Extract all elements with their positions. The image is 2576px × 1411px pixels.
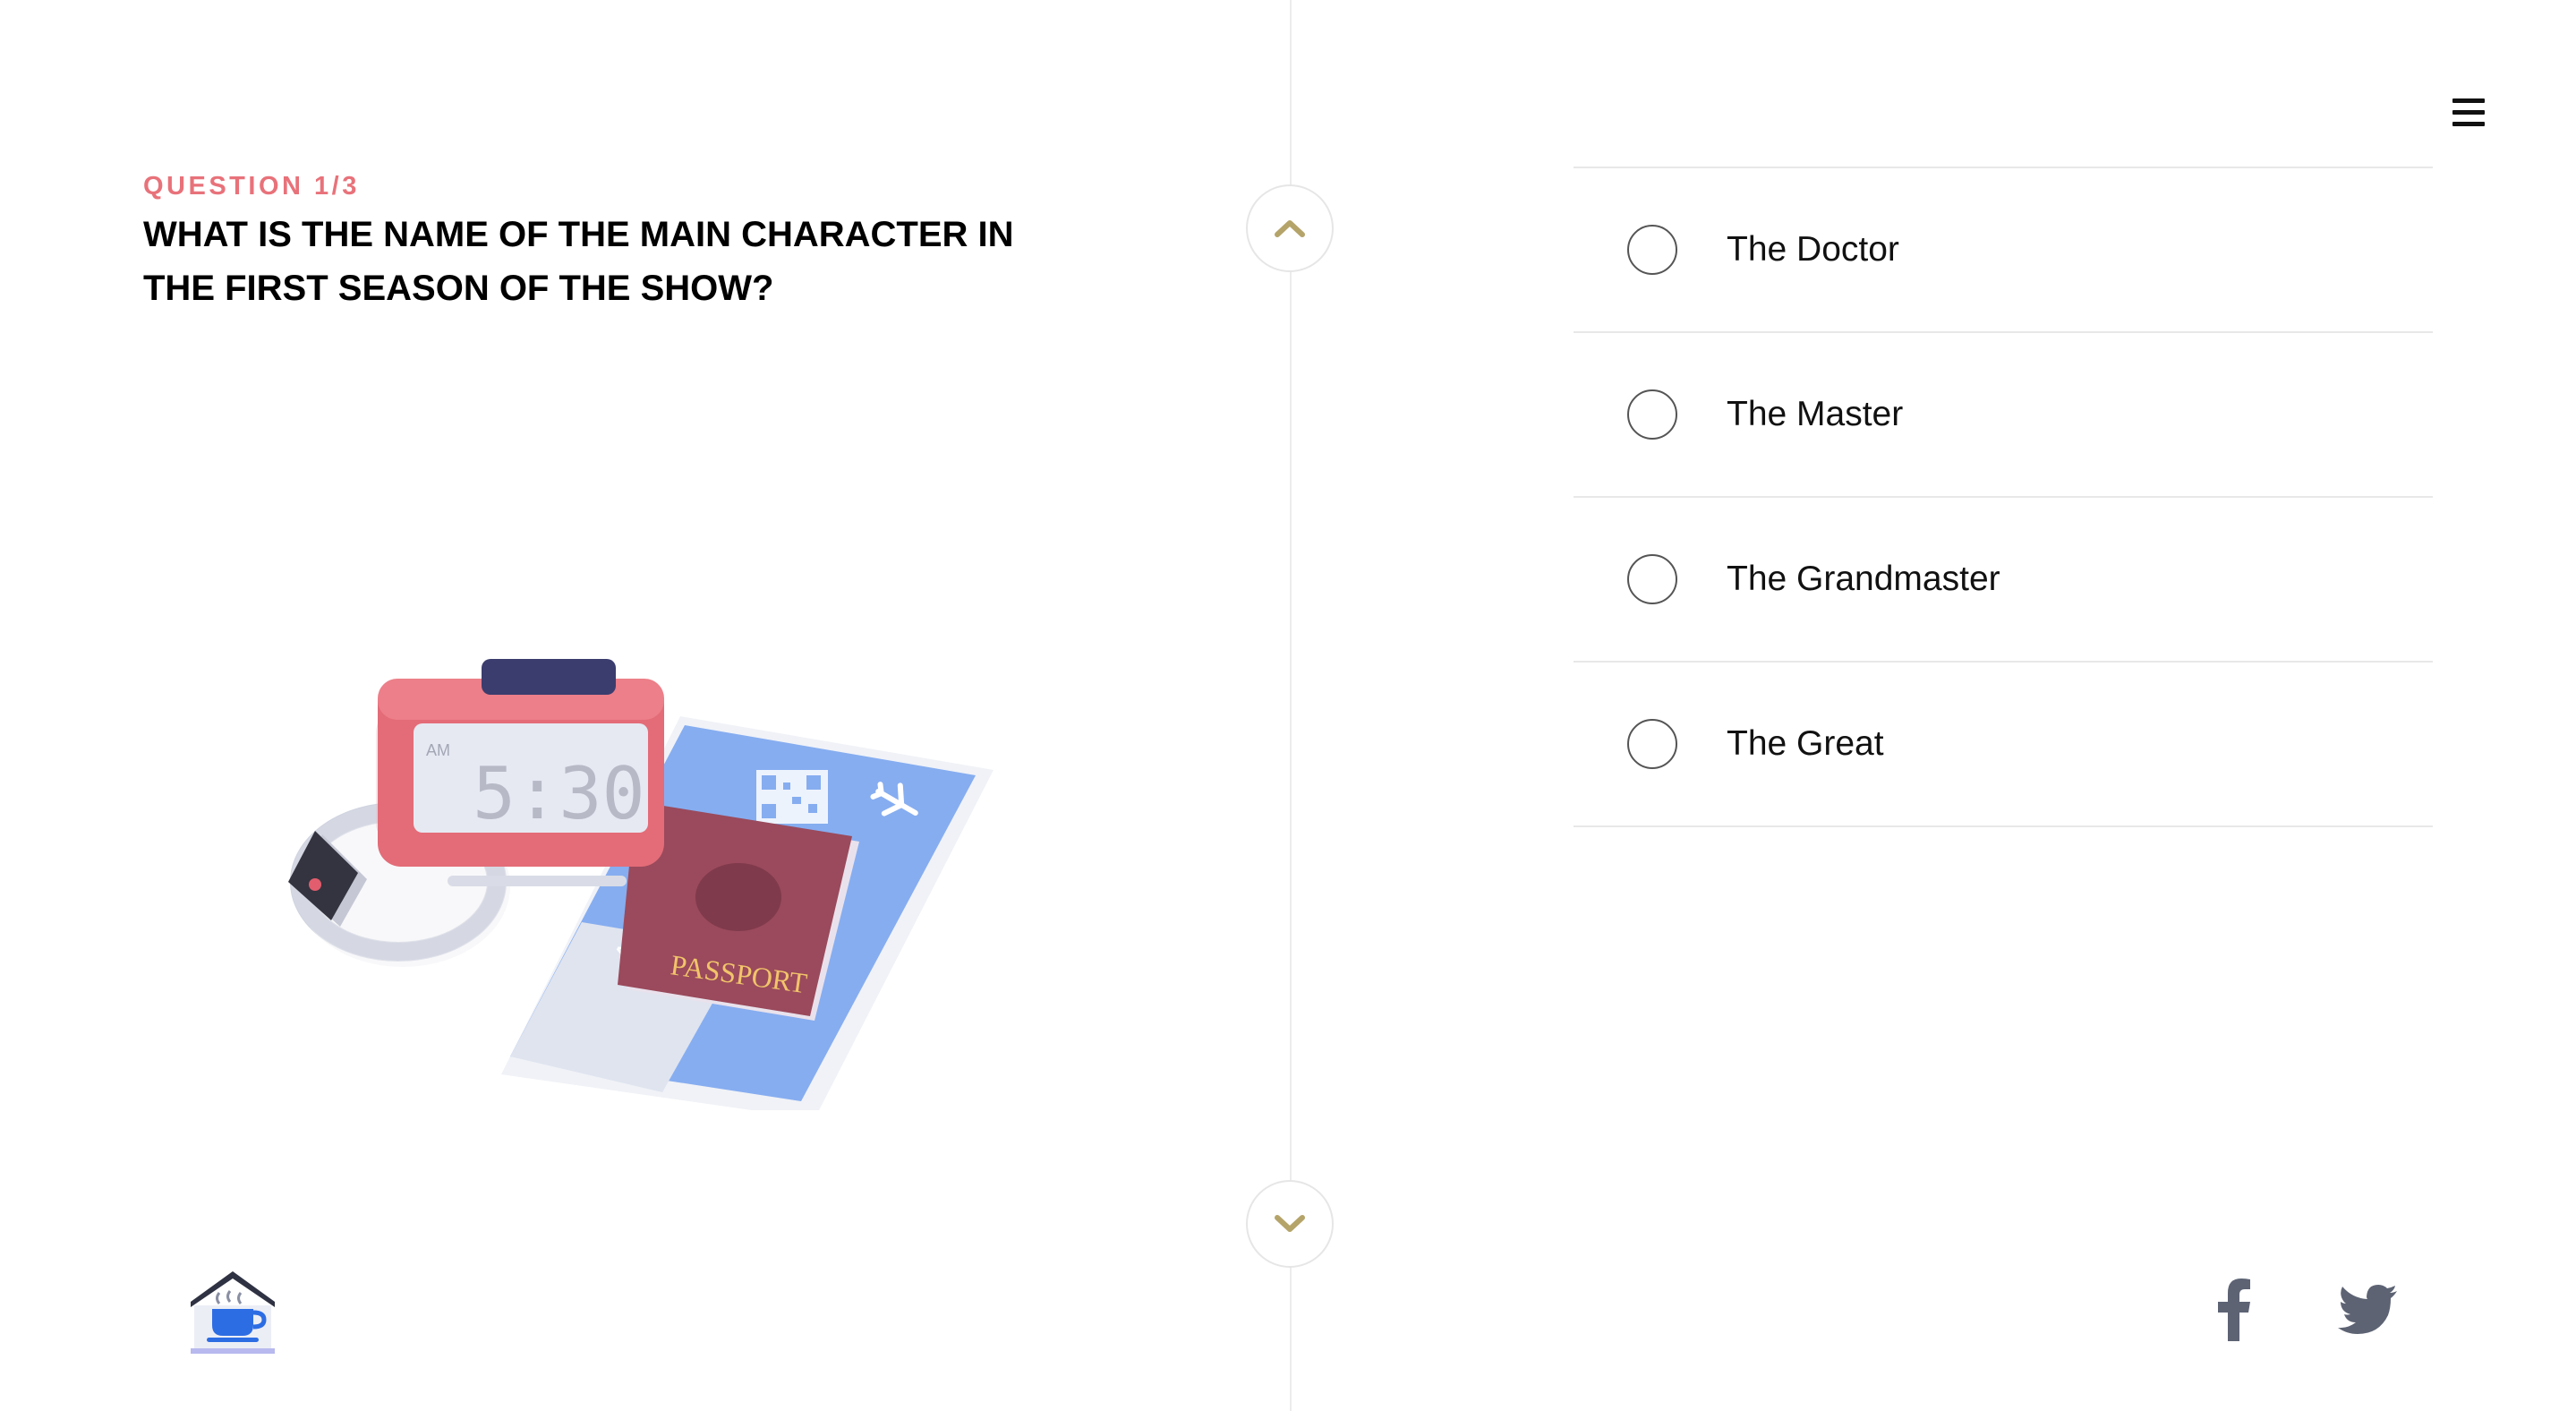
coffee-house-logo[interactable] xyxy=(183,1262,282,1355)
answer-label: The Doctor xyxy=(1727,230,1899,269)
qr-code-icon xyxy=(756,770,828,824)
answer-label: The Master xyxy=(1727,395,1904,433)
alarm-clock: AM 5:30 xyxy=(376,659,664,886)
facebook-icon[interactable] xyxy=(2216,1278,2252,1341)
quiz-page: QUESTION 1/3 WHAT IS THE NAME OF THE MAI… xyxy=(0,0,2576,1411)
answer-option[interactable]: The Doctor xyxy=(1574,168,2433,333)
travel-illustration: AIR PASSPORT AM 5:30 xyxy=(288,659,994,1110)
answer-option[interactable]: The Grandmaster xyxy=(1574,498,2433,663)
answer-list: The Doctor The Master The Grandmaster Th… xyxy=(1574,167,2433,827)
previous-question-button[interactable] xyxy=(1246,184,1334,272)
answer-label: The Great xyxy=(1727,724,1884,763)
answer-label: The Grandmaster xyxy=(1727,560,2000,598)
answer-option[interactable]: The Master xyxy=(1574,333,2433,498)
clock-period: AM xyxy=(426,741,450,759)
chevron-up-icon xyxy=(1275,220,1305,237)
answer-option[interactable]: The Great xyxy=(1574,663,2433,827)
answer-radio[interactable] xyxy=(1627,389,1677,440)
twitter-icon[interactable] xyxy=(2338,1278,2397,1341)
question-title: WHAT IS THE NAME OF THE MAIN CHARACTER I… xyxy=(143,215,1014,308)
chevron-down-icon xyxy=(1275,1215,1305,1232)
question-counter: QUESTION 1/3 xyxy=(143,172,360,201)
answer-radio[interactable] xyxy=(1627,719,1677,769)
answer-radio[interactable] xyxy=(1627,554,1677,604)
clock-time: 5:30 xyxy=(473,752,645,835)
hamburger-menu-icon[interactable] xyxy=(2452,98,2488,134)
next-question-button[interactable] xyxy=(1246,1180,1334,1268)
answer-radio[interactable] xyxy=(1627,225,1677,275)
